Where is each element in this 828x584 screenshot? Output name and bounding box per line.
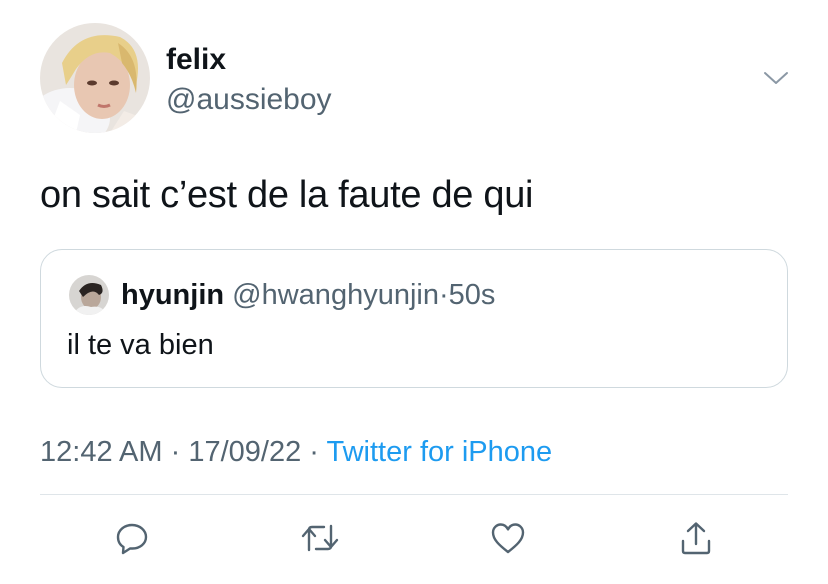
like-icon [489, 520, 527, 556]
meta-separator-2: · [309, 436, 319, 468]
quoted-author-name: hyunjin [121, 279, 225, 311]
retweet-icon [300, 520, 340, 556]
share-icon [678, 520, 714, 556]
quoted-tweet-card[interactable]: hyunjin @hwanghyunjin·50s il te va bien [40, 249, 788, 388]
quoted-tweet-text: il te va bien [67, 329, 214, 361]
quoted-time: 50s [448, 279, 496, 311]
like-button[interactable] [488, 518, 528, 558]
share-button[interactable] [676, 518, 716, 558]
tweet-source-link[interactable]: Twitter for iPhone [327, 436, 553, 468]
retweet-button[interactable] [300, 518, 340, 558]
tweet-time: 12:42 AM [40, 436, 163, 468]
tweet-meta: 12:42 AM · 17/09/22 · Twitter for iPhone [40, 434, 552, 470]
meta-separator-1: · [170, 436, 181, 468]
quoted-author-handle: @hwanghyunjin [232, 279, 439, 311]
author-avatar[interactable] [40, 23, 150, 133]
author-handle[interactable]: @aussieboy [166, 82, 332, 118]
reply-icon [114, 520, 150, 556]
reply-button[interactable] [112, 518, 152, 558]
tweet-date: 17/09/22 [188, 436, 302, 468]
divider [40, 494, 788, 495]
tweet-text: on sait c’est de la faute de qui [40, 174, 534, 216]
chevron-down-icon[interactable] [762, 68, 790, 88]
author-display-name[interactable]: felix [166, 42, 226, 78]
quoted-separator: · [438, 279, 449, 311]
quoted-author-avatar [69, 275, 109, 315]
quoted-tweet-header: hyunjin @hwanghyunjin·50s [121, 277, 495, 313]
